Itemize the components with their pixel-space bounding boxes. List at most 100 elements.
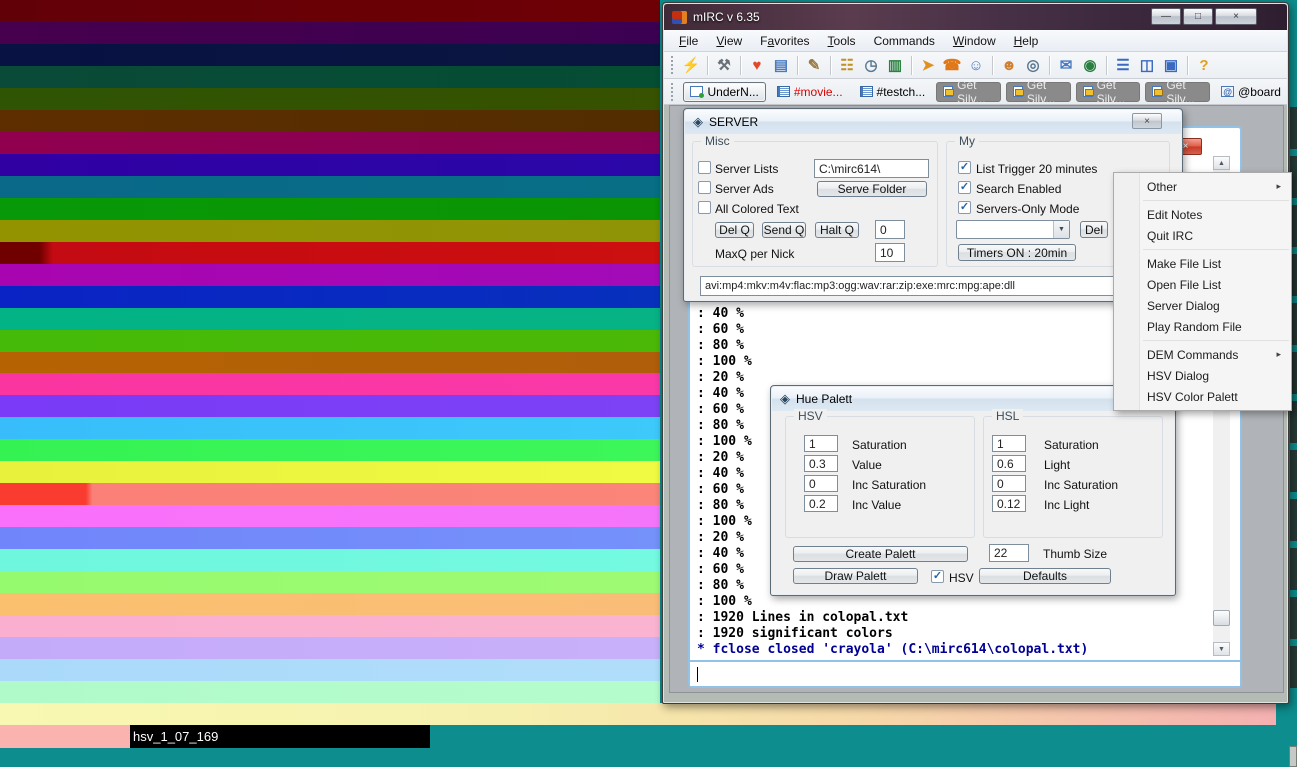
dropdown-arrow-icon[interactable]: ▼ xyxy=(1053,221,1069,238)
scripts-editor-icon[interactable]: ✎ xyxy=(803,55,825,76)
palette-stripe-6[interactable] xyxy=(0,132,660,154)
server-dialog-titlebar[interactable]: ◈ SERVER xyxy=(685,110,1181,134)
palette-stripe-28[interactable] xyxy=(0,615,660,637)
palette-stripe-9[interactable] xyxy=(0,198,660,220)
serve-folder-button[interactable]: Serve Folder xyxy=(817,181,927,197)
palette-stripe-19[interactable] xyxy=(0,417,660,439)
del-button[interactable]: Del xyxy=(1080,221,1108,238)
favorites-icon[interactable]: ♥ xyxy=(746,55,768,76)
menu-item-server-dialog[interactable]: Server Dialog xyxy=(1114,295,1291,316)
palette-stripe-21[interactable] xyxy=(0,461,660,483)
palette-stripe-4[interactable] xyxy=(0,88,660,110)
hsv-mode-checkbox[interactable]: ✓ xyxy=(931,570,944,583)
add-user-icon[interactable]: ☺ xyxy=(965,55,987,76)
hsv-field-saturation[interactable]: 1 xyxy=(804,435,838,452)
tile-vertical-icon[interactable]: ◫ xyxy=(1136,55,1158,76)
channels-list-icon[interactable]: ▤ xyxy=(770,55,792,76)
palette-stripe-16[interactable] xyxy=(0,352,660,374)
draw-palett-button[interactable]: Draw Palett xyxy=(793,568,918,584)
hsv-field-inc-value[interactable]: 0.2 xyxy=(804,495,838,512)
hsl-field-inc-light[interactable]: 0.12 xyxy=(992,495,1026,512)
all-colored-text-checkbox[interactable] xyxy=(698,201,711,214)
menu-item-hsv-dialog[interactable]: HSV Dialog xyxy=(1114,365,1291,386)
halt-q-button[interactable]: Halt Q xyxy=(815,222,859,238)
menu-commands[interactable]: Commands xyxy=(865,31,944,51)
create-palett-button[interactable]: Create Palett xyxy=(793,546,968,562)
menu-favorites[interactable]: Favorites xyxy=(751,31,818,51)
palette-stripe-10[interactable] xyxy=(0,220,660,242)
servers-only-checkbox[interactable]: ✓ xyxy=(958,201,971,214)
menu-item-hsv-color-palett[interactable]: HSV Color Palett xyxy=(1114,386,1291,407)
menu-view[interactable]: View xyxy=(707,31,751,51)
menu-item-open-file-list[interactable]: Open File List xyxy=(1114,274,1291,295)
switch-get-1[interactable]: Get Silv... xyxy=(936,82,1001,102)
switch-channel-movie[interactable]: #movie... xyxy=(771,82,849,102)
dcc-chat-icon[interactable]: ☎ xyxy=(941,55,963,76)
defaults-button[interactable]: Defaults xyxy=(979,568,1111,584)
switch-window-board[interactable]: @@board xyxy=(1215,82,1287,102)
server-dialog-close-button[interactable]: × xyxy=(1132,113,1162,129)
menu-item-quit-irc[interactable]: Quit IRC xyxy=(1114,225,1291,246)
timer-icon[interactable]: ◷ xyxy=(860,55,882,76)
switch-status-undernet[interactable]: UnderN... xyxy=(683,82,765,102)
palette-stripe-7[interactable] xyxy=(0,154,660,176)
help-books-icon[interactable]: ▥ xyxy=(884,55,906,76)
toolbar-drag-handle[interactable] xyxy=(671,56,675,74)
menu-item-make-file-list[interactable]: Make File List xyxy=(1114,253,1291,274)
help-icon[interactable]: ? xyxy=(1193,55,1215,76)
send-q-button[interactable]: Send Q xyxy=(762,222,806,238)
notify-icon[interactable]: ✉ xyxy=(1055,55,1077,76)
palette-stripe-3[interactable] xyxy=(0,66,660,88)
list-trigger-checkbox[interactable]: ✓ xyxy=(958,161,971,174)
dcc-send-icon[interactable]: ➤ xyxy=(917,55,939,76)
filetypes-field[interactable]: avi:mp4:mkv:m4v:flac:mp3:ogg:wav:rar:zip… xyxy=(700,276,1166,296)
switch-get-3[interactable]: Get Silv... xyxy=(1076,82,1141,102)
connect-icon[interactable]: ⚡ xyxy=(680,55,702,76)
server-path-field[interactable]: C:\mirc614\ xyxy=(814,159,929,178)
palette-stripe-23[interactable] xyxy=(0,505,660,527)
menu-window[interactable]: Window xyxy=(944,31,1005,51)
palette-stripe-17[interactable] xyxy=(0,373,660,395)
palette-salmon-stripe[interactable] xyxy=(0,725,130,748)
timers-button[interactable]: Timers ON : 20min xyxy=(958,244,1076,261)
maximize-button[interactable]: □ xyxy=(1183,8,1213,25)
urls-icon[interactable]: ◉ xyxy=(1079,55,1101,76)
palette-stripe-30[interactable] xyxy=(0,659,660,681)
palette-stripe-12[interactable] xyxy=(0,264,660,286)
palette-bottom-stripe[interactable] xyxy=(0,703,1276,725)
switch-channel-testch[interactable]: #testch... xyxy=(854,82,932,102)
cascade-icon[interactable]: ☰ xyxy=(1112,55,1134,76)
hsl-field-inc-saturation[interactable]: 0 xyxy=(992,475,1026,492)
menu-help[interactable]: Help xyxy=(1005,31,1048,51)
palette-stripe-22[interactable] xyxy=(0,483,660,505)
message-input[interactable] xyxy=(690,660,1240,686)
query-icon[interactable]: ☻ xyxy=(998,55,1020,76)
hsl-field-saturation[interactable]: 1 xyxy=(992,435,1026,452)
maxq-field[interactable]: 10 xyxy=(875,243,905,262)
palette-stripe-24[interactable] xyxy=(0,527,660,549)
scrollbar-thumb[interactable] xyxy=(1213,610,1230,626)
palette-stripe-14[interactable] xyxy=(0,308,660,330)
menu-item-other[interactable]: Other▸ xyxy=(1114,176,1291,197)
palette-stripe-15[interactable] xyxy=(0,330,660,352)
scroll-up-icon[interactable]: ▲ xyxy=(1213,156,1230,170)
palette-stripe-20[interactable] xyxy=(0,439,660,461)
menu-item-edit-notes[interactable]: Edit Notes xyxy=(1114,204,1291,225)
palette-stripe-2[interactable] xyxy=(0,44,660,66)
hsl-field-light[interactable]: 0.6 xyxy=(992,455,1026,472)
address-book-icon[interactable]: ☷ xyxy=(836,55,858,76)
palette-stripe-27[interactable] xyxy=(0,593,660,615)
switchbar-drag-handle[interactable] xyxy=(671,83,674,101)
color-palette-window[interactable] xyxy=(0,0,660,703)
search-enabled-checkbox[interactable]: ✓ xyxy=(958,181,971,194)
palette-stripe-31[interactable] xyxy=(0,681,660,703)
minimize-button[interactable]: — xyxy=(1151,8,1181,25)
server-combobox[interactable]: ▼ xyxy=(956,220,1070,239)
palette-stripe-0[interactable] xyxy=(0,0,660,22)
del-q-button[interactable]: Del Q xyxy=(715,222,754,238)
q-count-field[interactable]: 0 xyxy=(875,220,905,239)
menu-file[interactable]: File xyxy=(670,31,707,51)
titlebar[interactable]: mIRC v 6.35 — □ × xyxy=(664,4,1287,30)
switch-get-4[interactable]: Get Silv... xyxy=(1145,82,1210,102)
server-ads-checkbox[interactable] xyxy=(698,181,711,194)
